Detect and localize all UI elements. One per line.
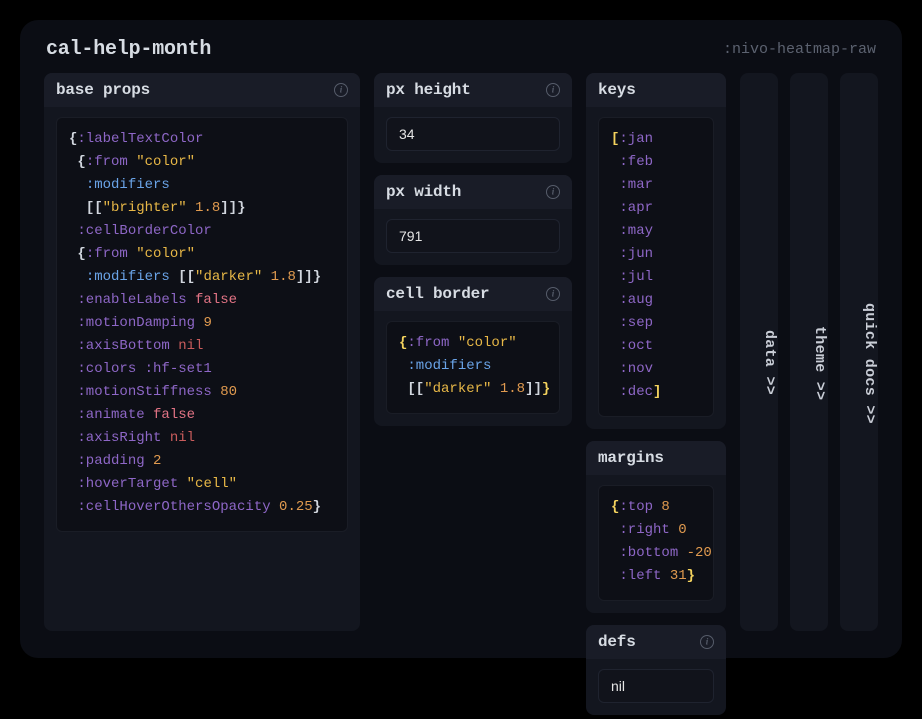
code-margins[interactable]: {:top 8 :right 0 :bottom -20 :left 31}: [598, 485, 714, 601]
card-px-width: px width: [374, 175, 572, 265]
card-title-px-width: px width: [386, 183, 461, 201]
px-height-input[interactable]: [386, 117, 560, 151]
code-keys[interactable]: [:jan :feb :mar :apr :may :jun :jul :aug…: [598, 117, 714, 417]
card-title-base-props: base props: [56, 81, 150, 99]
card-px-height: px height: [374, 73, 572, 163]
card-head-defs: defs: [586, 625, 726, 659]
tab-theme[interactable]: theme >>: [790, 73, 828, 631]
card-title-px-height: px height: [386, 81, 471, 99]
tab-data[interactable]: data >>: [740, 73, 778, 631]
card-body-cell-border: {:from "color" :modifiers [["darker" 1.8…: [374, 311, 572, 426]
component-name: :nivo-heatmap-raw: [723, 41, 876, 58]
card-body-keys: [:jan :feb :mar :apr :may :jun :jul :aug…: [586, 107, 726, 429]
card-head-margins: margins: [586, 441, 726, 475]
card-base-props: base props {:labelTextColor {:from "colo…: [44, 73, 360, 631]
col-middle: px height px width cell border: [374, 73, 572, 631]
card-head-base-props: base props: [44, 73, 360, 107]
px-width-input[interactable]: [386, 219, 560, 253]
columns: base props {:labelTextColor {:from "colo…: [44, 73, 878, 631]
info-icon[interactable]: [700, 635, 714, 649]
col-right: keys [:jan :feb :mar :apr :may :jun :jul…: [586, 73, 726, 631]
card-title-keys: keys: [598, 81, 636, 99]
card-title-defs: defs: [598, 633, 636, 651]
info-icon[interactable]: [334, 83, 348, 97]
info-icon[interactable]: [546, 83, 560, 97]
card-title-cell-border: cell border: [386, 285, 489, 303]
card-head-px-width: px width: [374, 175, 572, 209]
card-body-px-height: [374, 107, 572, 163]
card-defs: defs: [586, 625, 726, 715]
page-title: cal-help-month: [46, 38, 211, 61]
page-header: cal-help-month :nivo-heatmap-raw: [44, 38, 878, 61]
code-cell-border[interactable]: {:from "color" :modifiers [["darker" 1.8…: [386, 321, 560, 414]
card-cell-border: cell border {:from "color" :modifiers [[…: [374, 277, 572, 426]
card-body-base-props: {:labelTextColor {:from "color" :modifie…: [44, 107, 360, 544]
tab-quick-docs[interactable]: quick docs >>: [840, 73, 878, 631]
defs-input[interactable]: [598, 669, 714, 703]
col-base-props: base props {:labelTextColor {:from "colo…: [44, 73, 360, 631]
code-base-props[interactable]: {:labelTextColor {:from "color" :modifie…: [56, 117, 348, 532]
info-icon[interactable]: [546, 185, 560, 199]
card-head-cell-border: cell border: [374, 277, 572, 311]
card-head-keys: keys: [586, 73, 726, 107]
card-margins: margins {:top 8 :right 0 :bottom -20 :le…: [586, 441, 726, 613]
page-root: cal-help-month :nivo-heatmap-raw base pr…: [20, 20, 902, 658]
card-head-px-height: px height: [374, 73, 572, 107]
card-title-margins: margins: [598, 449, 664, 467]
info-icon[interactable]: [546, 287, 560, 301]
card-body-margins: {:top 8 :right 0 :bottom -20 :left 31}: [586, 475, 726, 613]
card-body-defs: [586, 659, 726, 715]
card-body-px-width: [374, 209, 572, 265]
card-keys: keys [:jan :feb :mar :apr :may :jun :jul…: [586, 73, 726, 429]
side-tabs: data >> theme >> quick docs >>: [740, 73, 878, 631]
